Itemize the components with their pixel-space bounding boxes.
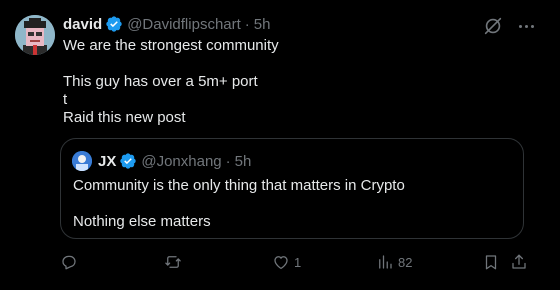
avatar[interactable] (15, 15, 55, 55)
author-name[interactable]: david (63, 16, 102, 33)
views-button[interactable]: 82 (376, 250, 412, 274)
grok-icon[interactable] (482, 15, 504, 37)
tweet-line: This guy has over a 5m+ port (63, 73, 258, 90)
quote-line (73, 195, 513, 213)
heart-icon (274, 256, 288, 270)
tweet[interactable]: david @Davidflipschart · 5h We are the s… (0, 0, 560, 290)
more-dot (530, 24, 534, 28)
quote-text: Community is the only thing that matters… (73, 177, 513, 231)
views-icon (379, 255, 392, 269)
action-bar: 1 82 (60, 250, 530, 274)
quote-line: Nothing else matters (73, 213, 211, 230)
quote-timestamp[interactable]: 5h (235, 153, 252, 170)
tweet-line (63, 55, 533, 73)
quote-author-name[interactable]: JX (98, 153, 116, 170)
verified-badge-icon (106, 16, 122, 32)
more-dot (524, 24, 528, 28)
tweet-line: Raid this new post (63, 109, 186, 126)
reply-button[interactable] (60, 250, 86, 274)
more-icon[interactable] (514, 15, 538, 37)
timestamp[interactable]: 5h (254, 16, 271, 33)
quoted-tweet[interactable]: JX @Jonxhang · 5h Community is the only … (60, 138, 524, 239)
quote-header: JX @Jonxhang · 5h (98, 150, 251, 172)
share-icon (512, 254, 526, 269)
views-count: 82 (398, 254, 413, 270)
reply-icon (62, 255, 76, 270)
tweet-text: We are the strongest community This guy … (63, 37, 533, 127)
quote-avatar[interactable] (72, 151, 92, 171)
verified-badge-icon (120, 153, 137, 169)
share-button[interactable] (510, 250, 528, 274)
like-count: 1 (294, 254, 302, 270)
quote-author-handle[interactable]: @Jonxhang (141, 153, 221, 170)
repost-icon (165, 256, 181, 268)
reply-count (82, 255, 86, 270)
repost-button[interactable] (164, 250, 190, 274)
author-handle[interactable]: @Davidflipschart (127, 16, 241, 33)
quote-line: Community is the only thing that matters… (73, 177, 405, 194)
separator-dot: · (244, 15, 250, 33)
more-dot (518, 24, 522, 28)
bookmark-icon (485, 255, 497, 270)
tweet-header: david @Davidflipschart · 5h (63, 13, 270, 35)
repost-count (186, 255, 190, 270)
tweet-line: We are the strongest community (63, 37, 279, 54)
like-button[interactable]: 1 (272, 250, 301, 274)
bookmark-button[interactable] (482, 250, 500, 274)
separator-dot: · (225, 152, 231, 170)
tweet-line: t (63, 91, 68, 108)
